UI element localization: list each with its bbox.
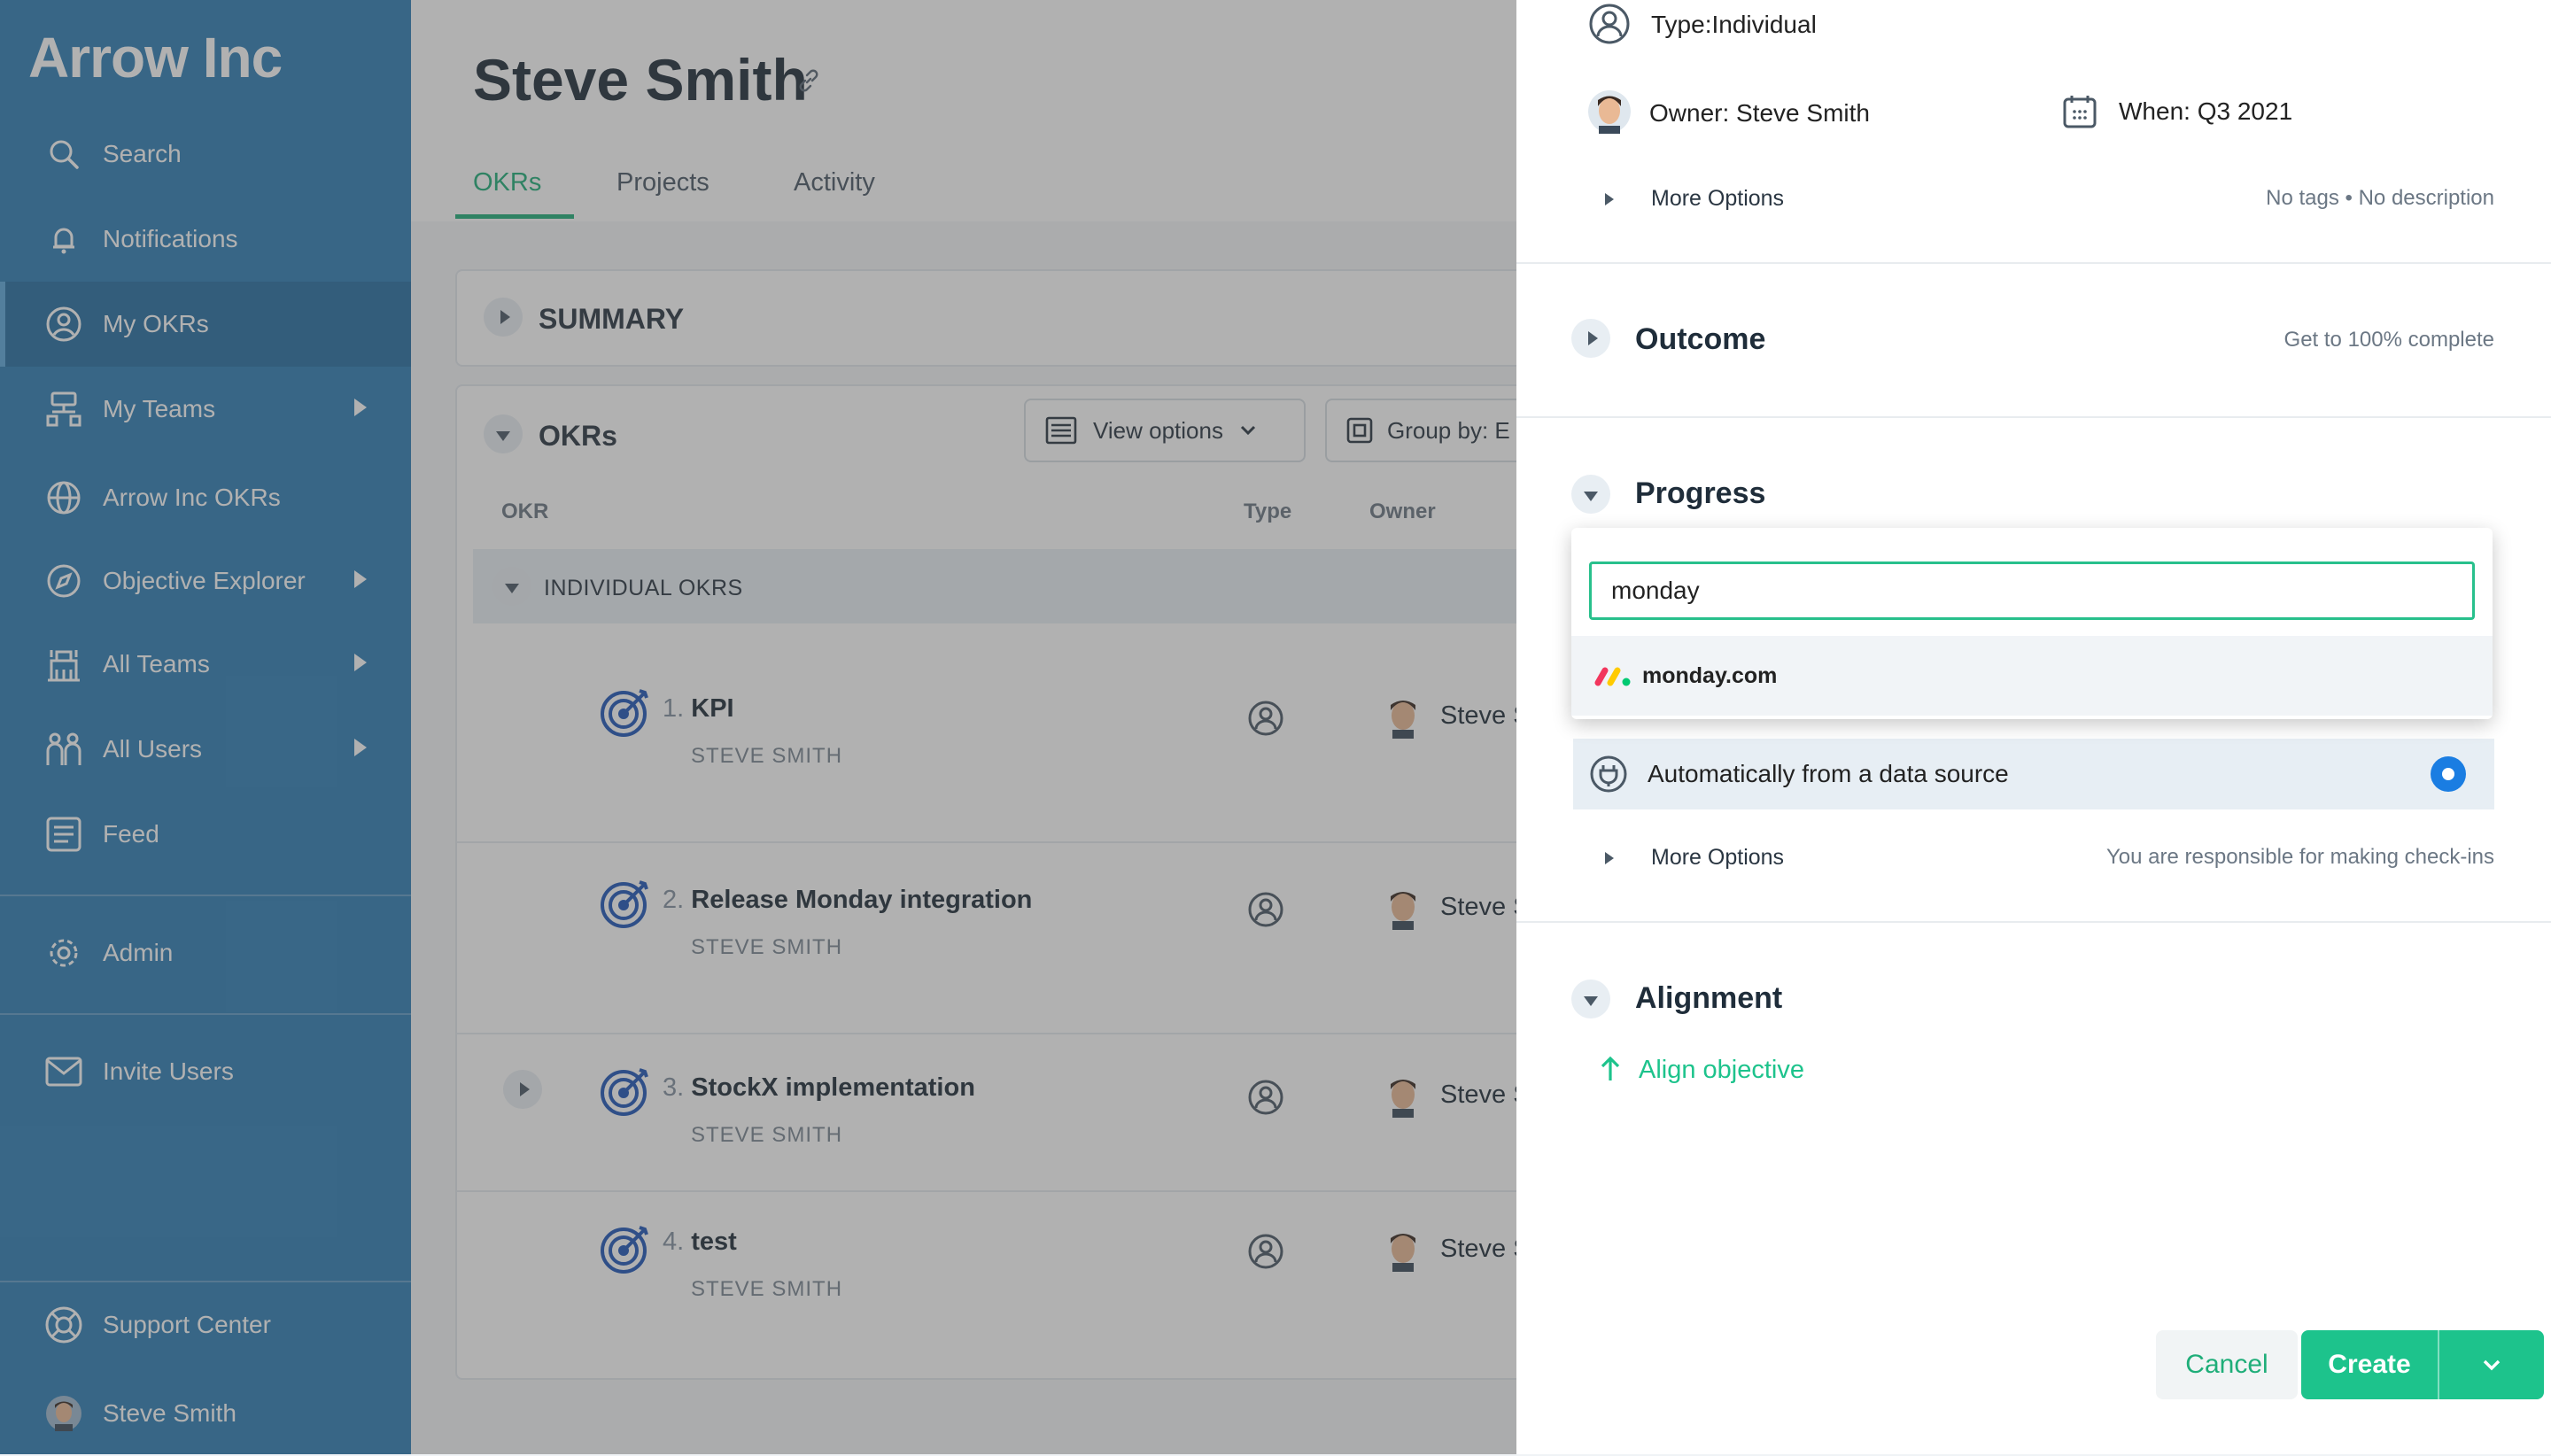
calendar-icon (2062, 94, 2097, 129)
when-field[interactable]: When: Q3 2021 (2119, 97, 2292, 126)
avatar (1587, 89, 1632, 135)
progress-title[interactable]: Progress (1635, 476, 1765, 511)
create-okr-panel: Type:Individual Owner: Steve Smith When:… (1516, 0, 2551, 1454)
align-objective-link[interactable]: Align objective (1639, 1056, 1804, 1085)
section-divider (1516, 921, 2551, 923)
create-button-label: Create (2328, 1350, 2411, 1379)
alignment-title[interactable]: Alignment (1635, 981, 1782, 1016)
type-field[interactable]: Type:Individual (1651, 11, 1817, 39)
create-button[interactable]: Create (2301, 1330, 2544, 1399)
data-source-radio[interactable] (2431, 756, 2466, 792)
outcome-summary: Get to 100% complete (2283, 328, 2494, 352)
section-divider (1516, 416, 2551, 418)
chevron-down-icon (1584, 995, 1598, 1006)
alignment-toggle[interactable] (1571, 980, 1610, 1018)
chevron-down-icon[interactable] (2439, 1358, 2544, 1372)
data-source-dropdown: monday.com (1571, 528, 2493, 719)
cancel-button[interactable]: Cancel (2156, 1330, 2298, 1399)
progress-toggle[interactable] (1571, 475, 1610, 514)
data-source-search-input[interactable] (1589, 561, 2475, 620)
monday-logo-icon (1593, 663, 1633, 688)
dropdown-option-monday[interactable]: monday.com (1571, 636, 2493, 716)
more-options-toggle[interactable]: More Options (1651, 186, 1784, 212)
chevron-down-icon (1584, 491, 1598, 501)
outcome-toggle[interactable] (1571, 319, 1610, 358)
outcome-title[interactable]: Outcome (1635, 322, 1765, 357)
data-source-option[interactable]: Automatically from a data source (1573, 739, 2494, 809)
owner-field[interactable]: Owner: Steve Smith (1649, 99, 1870, 128)
dropdown-option-label: monday.com (1642, 662, 1778, 688)
chevron-right-icon (1587, 331, 1598, 345)
modal-backdrop[interactable] (0, 0, 1516, 1454)
plug-icon (1589, 755, 1628, 794)
chevron-right-icon (1605, 193, 1614, 205)
data-source-label: Automatically from a data source (1648, 760, 2009, 787)
user-circle-icon (1587, 2, 1632, 46)
arrow-up-icon (1600, 1056, 1621, 1082)
chevron-right-icon (1605, 852, 1614, 864)
section-divider (1516, 262, 2551, 264)
tags-description-summary: No tags • No description (2266, 186, 2494, 210)
checkin-summary: You are responsible for making check-ins (2105, 845, 2494, 869)
more-options-toggle[interactable]: More Options (1651, 845, 1784, 871)
